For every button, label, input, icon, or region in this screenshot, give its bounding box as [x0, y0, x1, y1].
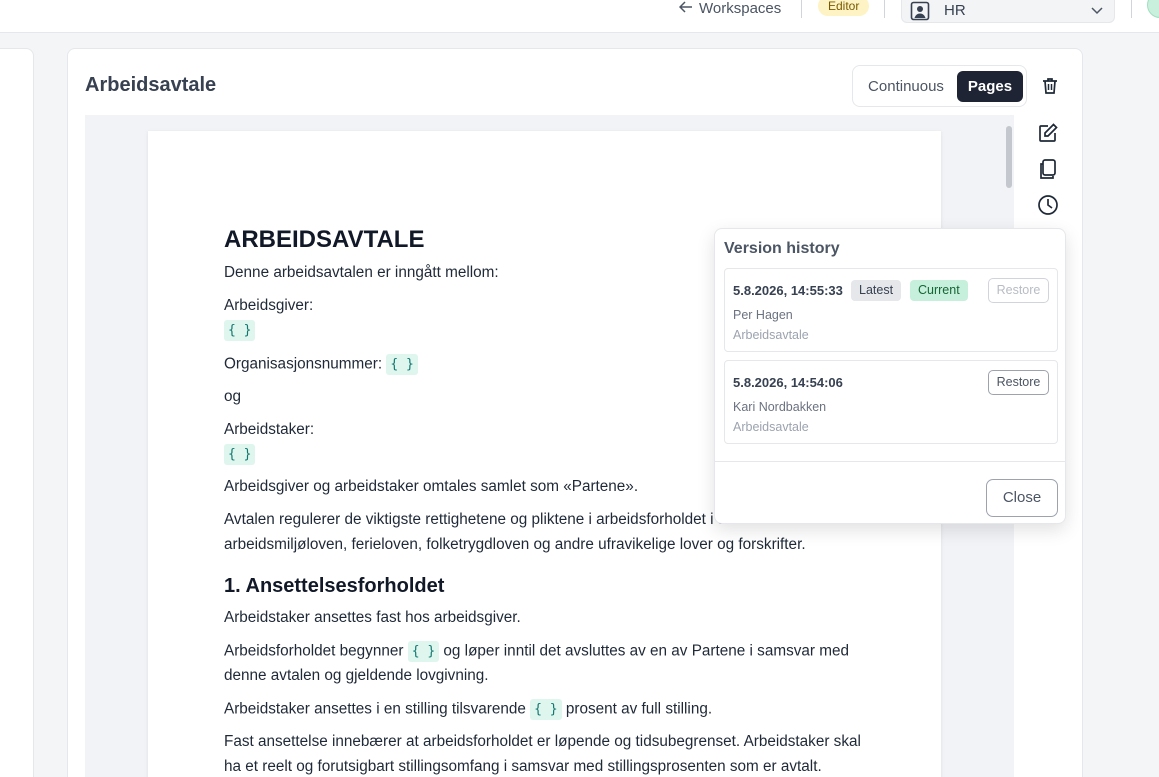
paragraph: Arbeidsforholdet begynner { } og løper i…: [224, 641, 849, 662]
edit-icon[interactable]: [1037, 122, 1059, 144]
copy-icon[interactable]: [1037, 158, 1059, 180]
latest-badge: Latest: [851, 280, 902, 301]
paragraph: Arbeidsgiver og arbeidstaker omtales sam…: [224, 478, 639, 495]
clock-icon[interactable]: [1037, 194, 1059, 216]
sidebar: [0, 48, 34, 777]
version-document: Arbeidsavtale: [733, 328, 809, 342]
role-badge: Editor: [818, 0, 870, 16]
arrow-left-icon: [678, 0, 693, 17]
version-timestamp: 5.8.2026, 14:54:06: [733, 375, 843, 390]
page-title: Arbeidsavtale: [85, 74, 217, 96]
paragraph: Arbeidstaker:: [224, 421, 315, 438]
paragraph: arbeidsmiljøloven, ferieloven, folketryg…: [224, 536, 806, 553]
section-heading: 1. Ansettelsesforholdet: [224, 575, 445, 597]
version-timestamp: 5.8.2026, 14:55:33: [733, 283, 843, 298]
pages-view-button[interactable]: Pages: [957, 71, 1023, 102]
version-document: Arbeidsavtale: [733, 420, 809, 434]
close-button[interactable]: Close: [986, 479, 1058, 517]
chevron-down-icon: [1090, 3, 1104, 17]
version-history-popover: Version history 5.8.2026, 14:55:33 Lates…: [714, 228, 1066, 524]
placeholder-field[interactable]: { }: [407, 641, 440, 662]
paragraph: Arbeidstaker ansettes i en stilling tils…: [224, 699, 712, 720]
restore-button[interactable]: Restore: [988, 278, 1049, 303]
version-author: Per Hagen: [733, 308, 793, 322]
document-heading: ARBEIDSAVTALE: [224, 226, 425, 253]
current-badge: Current: [910, 280, 968, 301]
version-history-title: Version history: [724, 240, 840, 257]
workspace-select-value: HR: [944, 2, 966, 19]
top-bar: Workspaces Editor HR: [0, 0, 1159, 33]
restore-button[interactable]: Restore: [988, 370, 1049, 395]
placeholder-field[interactable]: { }: [386, 354, 418, 375]
back-label: Workspaces: [699, 0, 782, 17]
paragraph: Organisasjonsnummer: { }: [224, 354, 418, 375]
back-to-workspaces-link[interactable]: Workspaces: [678, 0, 782, 19]
version-item[interactable]: 5.8.2026, 14:54:06 Restore Kari Nordbakk…: [724, 360, 1058, 444]
divider: [801, 0, 802, 18]
paragraph: Arbeidstaker ansettes fast hos arbeidsgi…: [224, 609, 521, 626]
placeholder-field[interactable]: { }: [224, 444, 256, 465]
version-author: Kari Nordbakken: [733, 400, 827, 414]
continuous-view-button[interactable]: Continuous: [859, 71, 953, 102]
avatar[interactable]: [1147, 0, 1159, 18]
placeholder-field[interactable]: { }: [530, 699, 562, 720]
paragraph: Avtalen regulerer de viktigste rettighet…: [224, 511, 779, 528]
workspace-select[interactable]: HR: [901, 0, 1115, 23]
paragraph: Arbeidsgiver:: [224, 297, 314, 314]
paragraph: Fast ansettelse innebærer at arbeidsforh…: [224, 733, 861, 750]
paragraph: ha et reelt og forutsigbart stillingsomf…: [224, 758, 822, 775]
view-mode-toggle: Continuous Pages: [852, 65, 1027, 107]
trash-icon[interactable]: [1041, 76, 1059, 96]
paragraph: Denne arbeidsavtalen er inngått mellom:: [224, 264, 499, 281]
divider: [715, 461, 1065, 462]
placeholder-field[interactable]: { }: [224, 320, 256, 341]
paragraph: denne avtalen og gjeldende lovgivning.: [224, 667, 489, 684]
paragraph: og: [224, 388, 242, 405]
version-item[interactable]: 5.8.2026, 14:55:33 Latest Current Restor…: [724, 268, 1058, 352]
scrollbar[interactable]: [1006, 126, 1012, 188]
user-badge-icon: [910, 1, 930, 21]
divider: [884, 0, 885, 18]
divider: [1131, 0, 1132, 18]
